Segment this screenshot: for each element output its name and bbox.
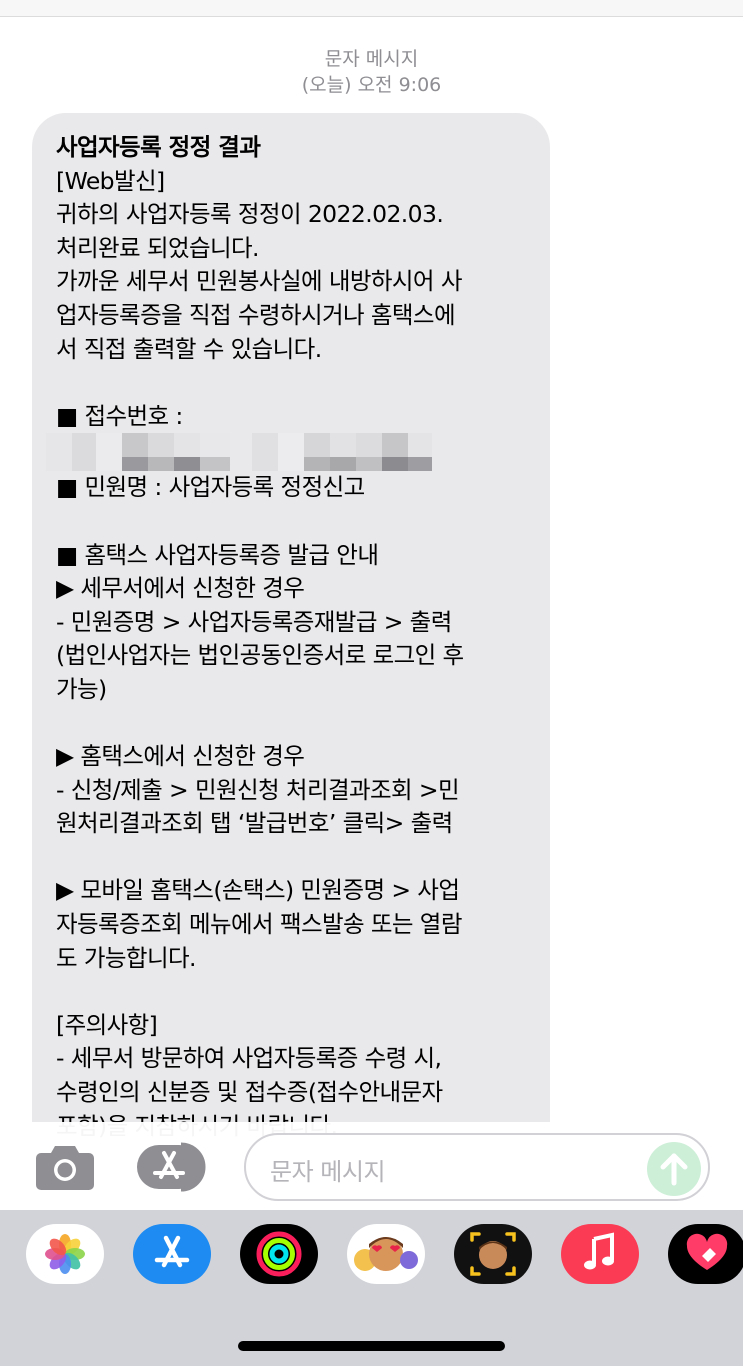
arrow-up-icon xyxy=(660,1153,688,1186)
home-indicator[interactable] xyxy=(238,1341,505,1351)
message-line: - 신청/제출 > 민원신청 처리결과조회 >민 xyxy=(56,775,460,804)
message-line: [Web발신] xyxy=(56,166,165,195)
message-line: ■ 홈택스 사업자등록증 발급 안내 xyxy=(56,540,379,569)
message-input[interactable]: 문자 메시지 xyxy=(244,1133,710,1201)
photos-icon[interactable] xyxy=(26,1224,104,1284)
message-line: 가능) xyxy=(56,674,107,703)
memoji-stickers-icon[interactable] xyxy=(347,1224,425,1284)
redacted-receipt-number xyxy=(46,433,524,472)
camera-button[interactable] xyxy=(35,1142,95,1192)
message-line: 원처리결과조회 탭 ‘발급번호’ 클릭> 출력 xyxy=(56,809,453,838)
message-title: 사업자등록 정정 결과 xyxy=(56,133,261,161)
fitness-activity-icon[interactable] xyxy=(240,1224,318,1284)
message-line: 가까운 세무서 민원봉사실에 내방하시어 사 xyxy=(56,267,462,296)
message-line: 귀하의 사업자등록 정정이 2022.02.03. xyxy=(56,200,444,229)
message-input-placeholder: 문자 메시지 xyxy=(270,1158,386,1186)
message-line: 업자등록증을 직접 수령하시거나 홈택스에 xyxy=(56,300,456,329)
receipt-number-label: ■ 접수번호 : xyxy=(56,401,183,430)
top-divider xyxy=(0,0,743,17)
digital-touch-icon[interactable] xyxy=(668,1224,743,1284)
camera-icon xyxy=(36,1146,94,1190)
message-line: (법인사업자는 법인공동인증서로 로그인 후 xyxy=(56,641,464,670)
apps-button[interactable] xyxy=(137,1142,211,1192)
message-bubble[interactable]: 사업자등록 정정 결과 [Web발신] 귀하의 사업자등록 정정이 2022.0… xyxy=(32,113,550,1193)
message-line: 자등록증조회 메뉴에서 팩스발송 또는 열람 xyxy=(56,910,462,939)
message-line: ■ 민원명 : 사업자등록 정정신고 xyxy=(56,473,365,502)
app-store-icon[interactable] xyxy=(133,1224,211,1284)
message-line: ▶ 홈택스에서 신청한 경우 xyxy=(56,742,305,771)
message-line: - 세무서 방문하여 사업자등록증 수령 시, xyxy=(56,1044,442,1073)
message-timestamp: (오늘) 오전 9:06 xyxy=(301,74,442,96)
message-line: [주의사항] xyxy=(56,1010,158,1039)
message-text: 사업자등록 정정 결과 [Web발신] 귀하의 사업자등록 정정이 2022.0… xyxy=(46,131,524,1143)
message-line: ▶ 모바일 홈택스(손택스) 민원증명 > 사업 xyxy=(56,876,460,905)
music-icon[interactable] xyxy=(561,1224,639,1284)
memoji-camera-icon[interactable] xyxy=(454,1224,532,1284)
send-button[interactable] xyxy=(647,1142,701,1196)
sender-label: 문자 메시지 xyxy=(324,48,419,70)
message-line: 서 직접 출력할 수 있습니다. xyxy=(56,334,322,363)
message-line: ▶ 세무서에서 신청한 경우 xyxy=(56,574,305,603)
message-line: 도 가능합니다. xyxy=(56,943,196,972)
message-line: - 민원증명 > 사업자등록증재발급 > 출력 xyxy=(56,607,452,636)
message-line: 수령인의 신분증 및 접수증(접수안내문자 xyxy=(56,1078,443,1107)
message-line: 처리완료 되었습니다. xyxy=(56,233,260,262)
app-store-icon xyxy=(137,1142,206,1192)
